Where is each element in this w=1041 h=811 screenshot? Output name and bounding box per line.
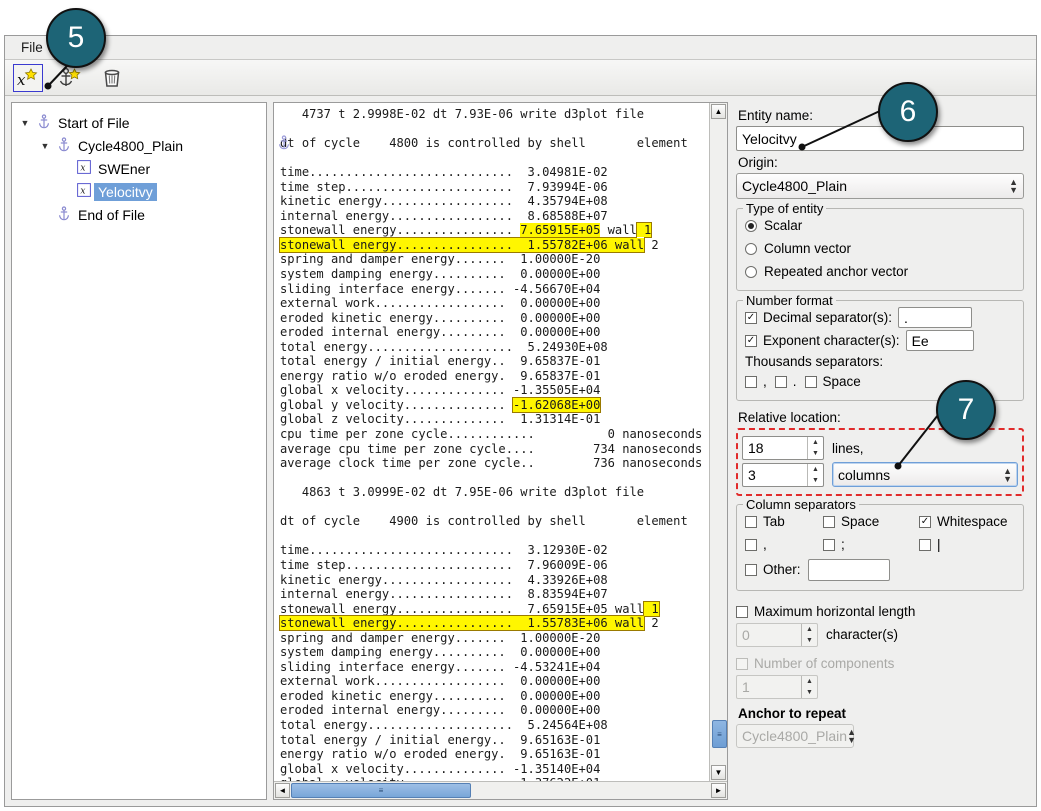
callout-badge-7: 7 — [936, 380, 996, 440]
callout-badge-6: 6 — [878, 82, 938, 142]
callout-badge-5: 5 — [46, 8, 106, 68]
